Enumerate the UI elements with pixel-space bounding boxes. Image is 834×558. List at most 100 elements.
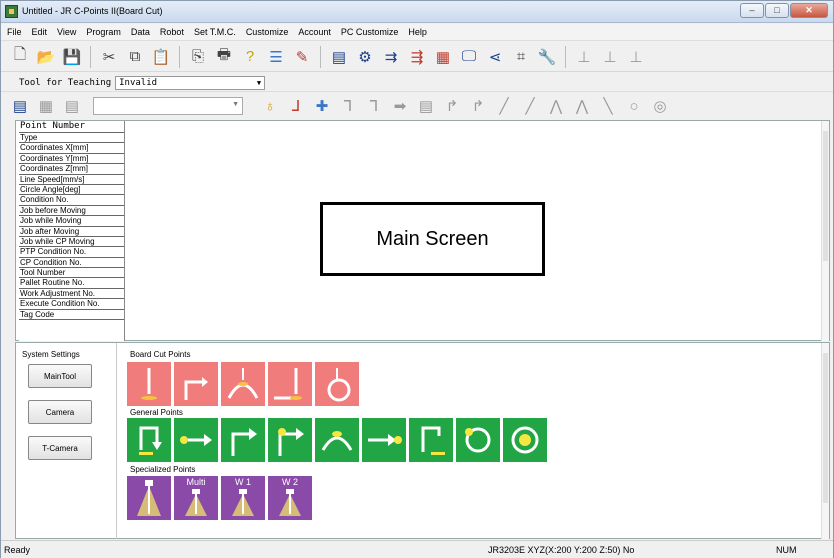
general-pass-icon xyxy=(231,428,257,456)
table-row: Job while CP Moving xyxy=(19,237,124,248)
main-scrollbar[interactable] xyxy=(821,121,829,341)
board-cut-start-tile[interactable] xyxy=(127,362,171,406)
export-icon[interactable]: ⎘ xyxy=(187,46,209,68)
menu-help[interactable]: Help xyxy=(408,27,427,37)
table-row: Job before Moving xyxy=(19,206,124,217)
board-cut-pass-tile[interactable] xyxy=(174,362,218,406)
camera-button[interactable]: Camera xyxy=(28,400,92,424)
new-file-icon[interactable]: 🗋 xyxy=(9,46,31,68)
robot-dual-icon[interactable]: ⊥ xyxy=(599,46,621,68)
line-down-icon[interactable]: ╲ xyxy=(597,95,619,117)
maintool-button[interactable]: MainTool xyxy=(28,364,92,388)
line-pass-icon[interactable]: ↱ xyxy=(467,95,489,117)
help-icon[interactable]: ? xyxy=(239,46,261,68)
line-end-icon[interactable]: ╱ xyxy=(493,95,515,117)
send-to-robot-icon[interactable]: ⇉ xyxy=(380,46,402,68)
general-pass-tile[interactable] xyxy=(221,418,265,462)
menu-pc-customize[interactable]: PC Customize xyxy=(341,27,399,37)
point-grid-icon[interactable]: ▦ xyxy=(35,95,57,117)
tool-down-icon[interactable]: ⅂ xyxy=(337,95,359,117)
target-icon[interactable]: ◎ xyxy=(649,95,671,117)
specialized-w2-tile[interactable]: W 2 xyxy=(268,476,312,520)
io-icon[interactable]: ⌗ xyxy=(510,46,532,68)
program-list-icon[interactable]: ▤ xyxy=(328,46,350,68)
monitor-icon[interactable]: 🖵 xyxy=(458,46,480,68)
wrench-icon[interactable]: 🔧 xyxy=(536,46,558,68)
edit-pen-icon[interactable]: ✎ xyxy=(291,46,313,68)
robot-settings-icon[interactable]: ⚙ xyxy=(354,46,376,68)
receive-from-robot-icon[interactable]: ⇶ xyxy=(406,46,428,68)
general-line-tile[interactable] xyxy=(174,418,218,462)
save-icon[interactable]: 💾 xyxy=(61,46,83,68)
general-arc-tile[interactable] xyxy=(315,418,359,462)
cross-move-icon[interactable]: ✚ xyxy=(311,95,333,117)
doc-list-icon[interactable]: ▤ xyxy=(415,95,437,117)
teaching-tool-label: Tool for Teaching xyxy=(19,77,112,88)
arc-pass-icon[interactable]: ⋀ xyxy=(571,95,593,117)
insert-point-icon[interactable]: ▤ xyxy=(9,95,31,117)
close-button[interactable]: ✕ xyxy=(790,3,828,18)
menu-data[interactable]: Data xyxy=(131,27,150,37)
copy-icon[interactable]: ⧉ xyxy=(124,46,146,68)
minimize-button[interactable]: – xyxy=(740,3,764,18)
menu-robot[interactable]: Robot xyxy=(160,27,184,37)
line-start-icon[interactable]: ↱ xyxy=(441,95,463,117)
arc-icon[interactable]: ⋀ xyxy=(545,95,567,117)
cut-icon[interactable]: ✂ xyxy=(98,46,120,68)
table-row: Job while Moving xyxy=(19,216,124,227)
menu-edit[interactable]: Edit xyxy=(32,27,48,37)
general-line-end-tile[interactable] xyxy=(362,418,406,462)
general-circle-tile[interactable] xyxy=(456,418,500,462)
tool-pair-icon[interactable]: ⅂ xyxy=(363,95,385,117)
t-camera-button[interactable]: T-Camera xyxy=(28,436,92,460)
table-row: Tag Code xyxy=(19,310,124,321)
general-end-tile[interactable] xyxy=(409,418,453,462)
table-row: Work Adjustment No. xyxy=(19,289,124,300)
robot-arm-icon[interactable]: ⊥ xyxy=(625,46,647,68)
menu-program[interactable]: Program xyxy=(86,27,121,37)
color-grid-icon[interactable]: ▦ xyxy=(432,46,454,68)
specialized-point-tile[interactable] xyxy=(127,476,171,520)
circle-icon[interactable]: ○ xyxy=(623,95,645,117)
board-cut-start-icon xyxy=(141,368,157,400)
general-start-icon xyxy=(139,426,162,455)
board-cut-circle-tile[interactable] xyxy=(315,362,359,406)
general-pass-point-icon xyxy=(278,428,304,456)
general-target-tile[interactable] xyxy=(503,418,547,462)
menu-set-tmc[interactable]: Set T.M.C. xyxy=(194,27,236,37)
main-screen-label: Main Screen xyxy=(320,202,545,276)
open-folder-icon[interactable]: 📂 xyxy=(35,46,57,68)
scrollbar-thumb[interactable] xyxy=(823,131,828,261)
menu-customize[interactable]: Customize xyxy=(246,27,289,37)
board-cut-end-tile[interactable] xyxy=(268,362,312,406)
maximize-button[interactable]: □ xyxy=(765,3,789,18)
palette-scrollbar[interactable] xyxy=(821,343,829,539)
general-points-label: General Points xyxy=(130,408,183,417)
print-icon[interactable]: 🖶 xyxy=(213,46,235,68)
scrollbar-thumb[interactable] xyxy=(823,353,828,503)
toolbar-separator xyxy=(90,45,91,68)
board-cut-pass-icon xyxy=(184,377,208,400)
robot-single-icon[interactable]: ⊥ xyxy=(573,46,595,68)
general-arc-icon xyxy=(321,431,353,451)
line-icon[interactable]: ╱ xyxy=(519,95,541,117)
general-start-tile[interactable] xyxy=(127,418,171,462)
specialized-multi-tile[interactable]: Multi xyxy=(174,476,218,520)
board-cut-arc-tile[interactable] xyxy=(221,362,265,406)
menu-account[interactable]: Account xyxy=(298,27,331,37)
list-view-icon[interactable]: ☰ xyxy=(265,46,287,68)
axis-icon[interactable]: ⅃ xyxy=(285,95,307,117)
menu-view[interactable]: View xyxy=(57,27,76,37)
general-pass-point-tile[interactable] xyxy=(268,418,312,462)
teach-tool-icon[interactable]: ♁ xyxy=(259,95,281,117)
arrow-right-icon[interactable]: ➡ xyxy=(389,95,411,117)
paste-icon[interactable]: 📋 xyxy=(150,46,172,68)
point-select[interactable]: ▼ xyxy=(93,97,243,115)
point-list-icon[interactable]: ▤ xyxy=(61,95,83,117)
branch-icon[interactable]: ⋖ xyxy=(484,46,506,68)
specialized-w1-tile[interactable]: W 1 xyxy=(221,476,265,520)
main-toolbar: 🗋 📂 💾 ✂ ⧉ 📋 ⎘ 🖶 ? ☰ ✎ ▤ ⚙ ⇉ ⇶ ▦ 🖵 ⋖ ⌗ 🔧 … xyxy=(1,42,833,72)
teaching-tool-select[interactable]: Invalid ▼ xyxy=(115,75,266,90)
point-palette-panel: System Settings MainTool Camera T-Camera… xyxy=(15,342,830,539)
menu-file[interactable]: File xyxy=(7,27,22,37)
